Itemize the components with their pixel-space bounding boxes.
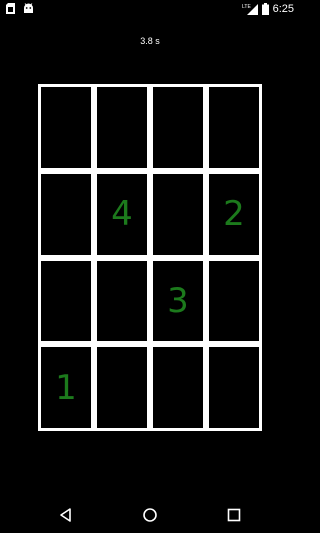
grid-cell[interactable]: [150, 170, 206, 258]
recents-icon: [227, 508, 241, 522]
cell-number: 2: [223, 194, 245, 235]
grid-cell[interactable]: [206, 257, 262, 345]
grid-cell[interactable]: [38, 170, 94, 258]
cell-number: 4: [111, 194, 133, 235]
status-bar-right: LTE 6:25: [242, 2, 294, 16]
recents-button[interactable]: [224, 505, 244, 525]
status-bar: LTE 6:25: [0, 0, 300, 18]
lte-signal-icon: LTE: [242, 3, 258, 15]
android-debug-icon: [23, 3, 34, 14]
home-icon: [143, 508, 157, 522]
cell-number: 1: [55, 367, 77, 408]
grid-cell[interactable]: [206, 84, 262, 171]
grid-cell[interactable]: [206, 344, 262, 431]
grid-cell[interactable]: [38, 257, 94, 345]
grid-cell[interactable]: 3: [150, 257, 206, 345]
sim-card-icon: [6, 3, 15, 14]
grid-cell[interactable]: 4: [94, 170, 150, 258]
game-grid: 4 2 3 1: [38, 84, 262, 431]
lte-label: LTE: [242, 4, 251, 10]
navigation-bar: [0, 497, 300, 533]
grid-cell[interactable]: [38, 84, 94, 171]
grid-cell[interactable]: [94, 84, 150, 171]
cell-number: 3: [167, 280, 189, 321]
home-button[interactable]: [140, 505, 160, 525]
back-icon: [60, 508, 71, 522]
timer-label: 3.8 s: [140, 36, 160, 46]
back-button[interactable]: [56, 505, 76, 525]
grid-cell[interactable]: [94, 344, 150, 431]
grid-cell[interactable]: [150, 344, 206, 431]
battery-icon: [261, 3, 269, 15]
status-bar-left: [6, 3, 34, 14]
clock: 6:25: [272, 3, 294, 15]
grid-cell[interactable]: 1: [38, 344, 94, 431]
grid-cell[interactable]: [150, 84, 206, 171]
grid-cell[interactable]: 2: [206, 170, 262, 258]
grid-cell[interactable]: [94, 257, 150, 345]
